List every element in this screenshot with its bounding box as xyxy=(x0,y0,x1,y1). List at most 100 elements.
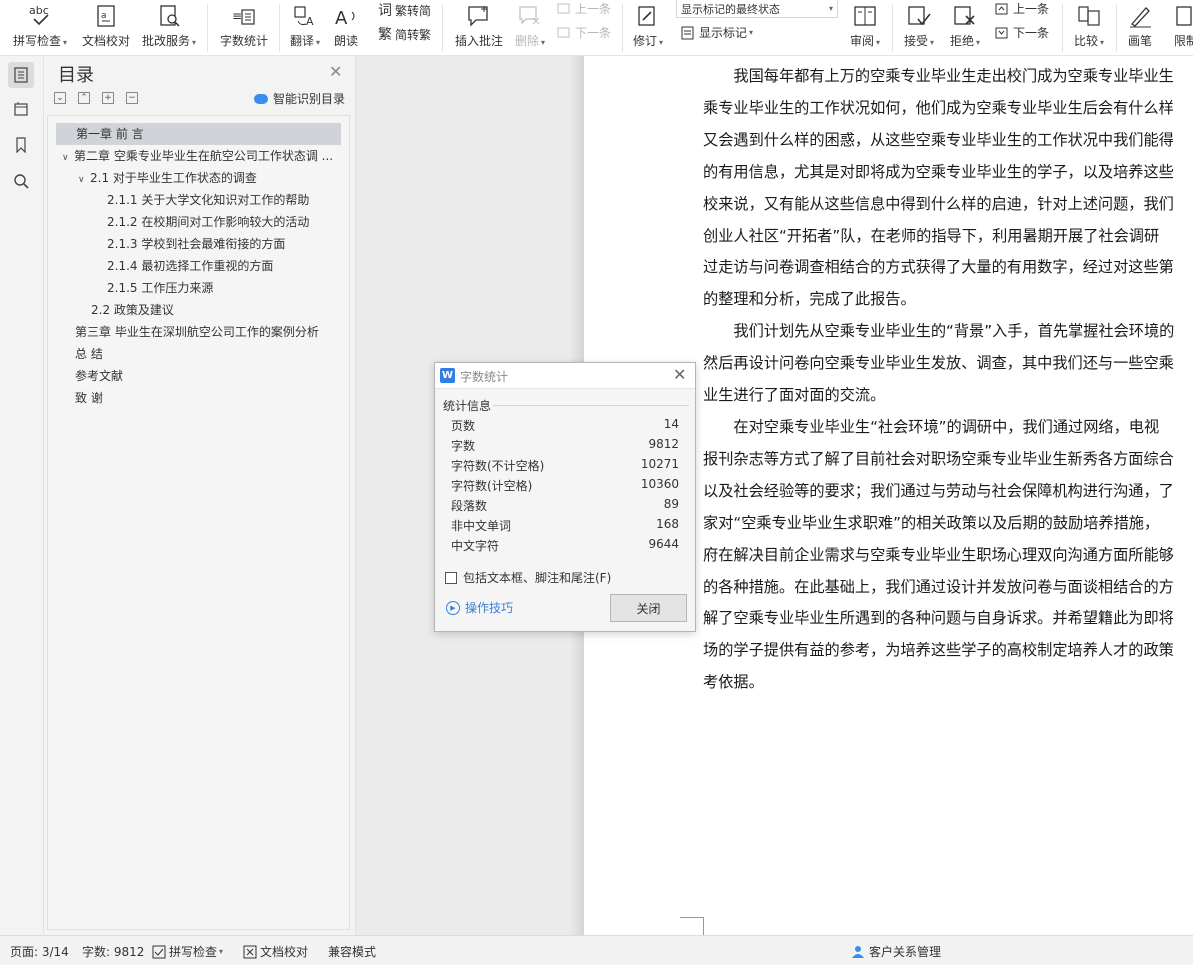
svg-text:abc: abc xyxy=(29,4,49,17)
toc-pane-button[interactable] xyxy=(8,62,34,88)
doc-line: 以及社会经验等的要求；我们通过与劳动与社会保障机构进行沟通，了 xyxy=(703,481,1174,500)
doc-line: 在对空乘专业毕业生“社会环境”的调研中，我们通过网络，电视 xyxy=(703,417,1160,436)
chevron-down-icon: ▾ xyxy=(828,4,833,13)
review-button[interactable]: 审阅 ▾ xyxy=(844,0,886,56)
close-icon[interactable]: ✕ xyxy=(673,365,686,384)
stat-label: 字符数(计空格) xyxy=(451,479,533,493)
bookmark-button[interactable] xyxy=(8,132,34,158)
delete-comment-button[interactable]: 删除 ▾ xyxy=(510,0,550,56)
crm-user-icon xyxy=(852,945,864,958)
ribbon-divider xyxy=(442,4,443,52)
chevron-down-icon[interactable]: ∨ xyxy=(62,147,74,169)
toc-item[interactable]: 第一章 前 言 xyxy=(56,123,341,145)
toc-item[interactable]: 总 结 xyxy=(75,343,103,365)
translate-label: 翻译 xyxy=(289,34,314,48)
status-proofread[interactable]: 文档校对 xyxy=(243,943,308,960)
doc-proofread-button[interactable]: a 文档校对 xyxy=(79,0,133,56)
smart-detect-toc-button[interactable]: 智能识别目录 xyxy=(254,90,345,107)
read-aloud-label: 朗读 xyxy=(333,34,358,48)
toc-item[interactable]: 2.1.5 工作压力来源 xyxy=(107,277,213,299)
spell-check-button[interactable]: abc 拼写检查 ▾ xyxy=(10,0,70,56)
toc-item[interactable]: 参考文献 xyxy=(75,365,123,387)
word-count-indicator[interactable]: 字数: 9812 xyxy=(82,943,144,960)
toc-item-label: 2.1.5 工作压力来源 xyxy=(107,281,214,295)
next-comment-button[interactable]: 下一条 xyxy=(556,24,611,41)
toc-item[interactable]: 2.1.3 学校到社会最难衔接的方面 xyxy=(107,233,285,255)
stat-row: 字数 9812 xyxy=(451,437,679,457)
checkbox-box[interactable] xyxy=(445,571,457,584)
ribbon-toolbar: abc 拼写检查 ▾ a 文档校对 批改服务 ▾ ≡ 字数统计 A 翻译 ▾ A 朗读… xyxy=(0,0,1193,56)
prev-change-button[interactable]: 上一条 xyxy=(994,0,1049,17)
pen-button[interactable]: 画笔 xyxy=(1122,0,1158,56)
insert-comment-label: 插入批注 xyxy=(454,34,503,48)
toc-item[interactable]: 2.1.2 在校期间对工作影响较大的活动 xyxy=(107,211,309,233)
doc-proofread-label: 文档校对 xyxy=(81,34,130,48)
plus-icon[interactable]: + xyxy=(102,92,114,104)
doc-line: 的整理和分析，完成了此报告。 xyxy=(703,290,916,309)
stat-label: 字数 xyxy=(451,439,476,453)
stat-label: 段落数 xyxy=(451,499,488,513)
insert-comment-button[interactable]: 插入批注 xyxy=(450,0,508,56)
next-change-button[interactable]: 下一条 xyxy=(994,24,1049,41)
toc-item[interactable]: 第三章 毕业生在深圳航空公司工作的案例分析 xyxy=(75,321,319,343)
toc-item[interactable]: 致 谢 xyxy=(75,387,103,409)
word-count-button[interactable]: ≡ 字数统计 xyxy=(216,0,272,56)
toc-title: 目录 xyxy=(58,65,94,86)
show-markup-button[interactable]: 显示标记 ▾ xyxy=(680,24,753,41)
stat-value: 14 xyxy=(663,417,679,431)
proofread-icon: a xyxy=(97,5,115,27)
trad-to-simp-button[interactable]: 词繁转简 xyxy=(378,0,431,20)
stat-row: 段落数 89 xyxy=(451,497,679,517)
collapse-up-icon[interactable]: ⌃ xyxy=(78,92,90,104)
toc-item[interactable]: 2.2 政策及建议 xyxy=(91,299,174,321)
reject-button[interactable]: 拒绝 ▾ xyxy=(944,0,986,56)
dialog-title: 字数统计 xyxy=(460,370,509,384)
doc-line: 业生进行了面对面的交流。 xyxy=(703,386,886,405)
chevron-down-icon[interactable]: ∨ xyxy=(78,169,90,191)
document-body[interactable]: 我国每年都有上万的空乘专业毕业生走出校门成为空乘专业毕业生 乘专业毕业生的工作状… xyxy=(703,61,1193,699)
toc-item[interactable]: ∨ 第二章 空乘专业毕业生在航空公司工作状态调 ... xyxy=(62,145,333,167)
include-textbox-checkbox[interactable]: 包括文本框、脚注和尾注(F) xyxy=(445,569,611,586)
status-spell-check[interactable]: 拼写检查 ▾ xyxy=(152,943,223,960)
toc-list: 第一章 前 言 ∨ 第二章 空乘专业毕业生在航空公司工作状态调 ... ∨ 2.1 … xyxy=(47,115,350,930)
revise-button[interactable]: 修订 ▾ xyxy=(628,0,668,56)
ribbon-divider xyxy=(207,4,208,52)
prev-comment-button[interactable]: 上一条 xyxy=(556,0,611,17)
crm-button[interactable]: 客户关系管理 xyxy=(850,943,941,960)
close-button[interactable]: 关闭 xyxy=(610,594,687,622)
toc-item[interactable]: ∨ 2.1 对于毕业生工作状态的调查 xyxy=(78,167,257,189)
ribbon-divider xyxy=(279,4,280,52)
stat-label: 字符数(不计空格) xyxy=(451,459,545,473)
tips-link[interactable]: ▶ 操作技巧 xyxy=(446,599,513,616)
compare-button[interactable]: 比较 ▾ xyxy=(1068,0,1110,56)
collapse-down-icon[interactable]: ⌄ xyxy=(54,92,66,104)
doc-line: 家对“空乘专业毕业生求职难”的相关政策以及后期的鼓励培养措施， xyxy=(703,513,1160,532)
search-button[interactable] xyxy=(8,168,34,194)
reject-label: 拒绝 xyxy=(949,34,974,48)
close-icon[interactable]: ✕ xyxy=(329,62,342,81)
smart-detect-label: 智能识别目录 xyxy=(273,92,346,106)
simp-to-trad-button[interactable]: 繁简转繁 xyxy=(378,24,431,44)
ribbon-divider xyxy=(1116,4,1117,52)
accept-button[interactable]: 接受 ▾ xyxy=(898,0,940,56)
chapter-nav-button[interactable] xyxy=(8,96,34,122)
toc-panel: 目录 ✕ ⌄ ⌃ + − 智能识别目录 第一章 前 言 ∨ 第二章 空乘专业毕业生… xyxy=(44,56,356,935)
read-aloud-button[interactable]: A 朗读 xyxy=(330,0,362,56)
dialog-titlebar[interactable]: W 字数统计 ✕ xyxy=(435,363,695,389)
minus-icon[interactable]: − xyxy=(126,92,138,104)
markup-state-select[interactable]: 显示标记的最终状态 ▾ xyxy=(676,0,838,18)
restrict-button[interactable]: 限制 xyxy=(1166,0,1193,56)
translate-icon: A xyxy=(294,6,314,28)
review-service-button[interactable]: 批改服务 ▾ xyxy=(139,0,199,56)
next-change-icon xyxy=(995,27,1008,38)
toc-item[interactable]: 2.1.4 最初选择工作重视的方面 xyxy=(107,255,273,277)
next-comment-label: 下一条 xyxy=(575,26,612,40)
translate-button[interactable]: A 翻译 ▾ xyxy=(285,0,325,56)
page-indicator[interactable]: 页面: 3/14 xyxy=(10,943,69,960)
toc-item-label: 参考文献 xyxy=(75,369,124,383)
play-icon: ▶ xyxy=(446,600,460,615)
svg-text:a: a xyxy=(101,11,107,21)
stat-label: 非中文单词 xyxy=(451,519,512,533)
toc-item[interactable]: 2.1.1 关于大学文化知识对工作的帮助 xyxy=(107,189,309,211)
prev-comment-icon xyxy=(557,3,570,13)
